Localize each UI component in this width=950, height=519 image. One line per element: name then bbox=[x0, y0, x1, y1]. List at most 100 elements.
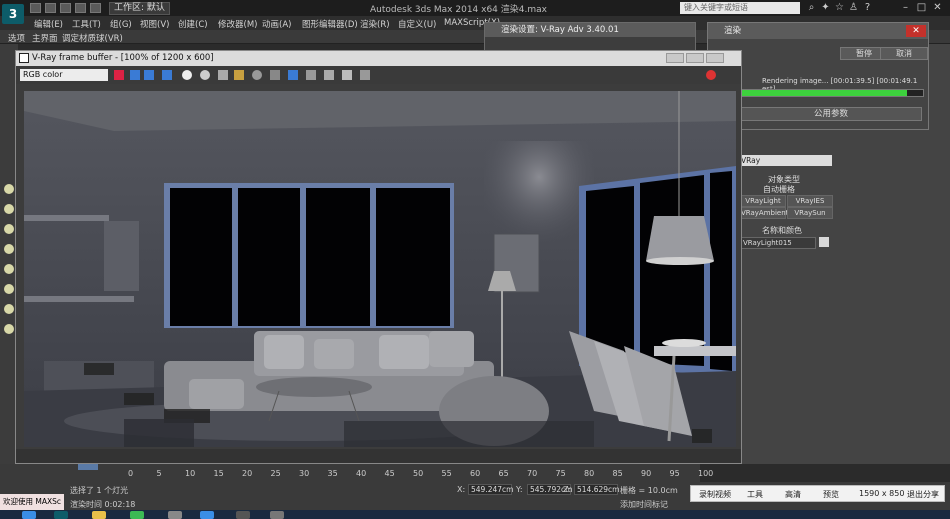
light-icon[interactable] bbox=[4, 304, 14, 314]
star-icon[interactable]: ☆ bbox=[834, 2, 845, 13]
light-icon[interactable] bbox=[4, 184, 14, 194]
tools-dropdown[interactable]: 工具 bbox=[747, 489, 763, 500]
menu-animation[interactable]: 动画(A) bbox=[262, 18, 291, 30]
duplicate-icon[interactable] bbox=[270, 70, 280, 80]
search-input[interactable]: 键入关键字或短语 bbox=[680, 2, 800, 14]
alpha-icon[interactable] bbox=[182, 70, 192, 80]
max-taskbar-icon[interactable] bbox=[54, 511, 68, 519]
render-progress-title[interactable]: 渲染 bbox=[708, 23, 928, 39]
light-icon[interactable] bbox=[4, 324, 14, 334]
track-mouse-icon[interactable] bbox=[306, 70, 316, 80]
maximize-icon[interactable] bbox=[686, 53, 704, 63]
vraysun-button[interactable]: VRaySun bbox=[787, 207, 833, 219]
minimize-icon[interactable] bbox=[666, 53, 684, 63]
timeline-tick-label: 70 bbox=[527, 469, 538, 478]
green-channel-icon[interactable] bbox=[144, 70, 154, 80]
channel-select[interactable]: RGB color bbox=[20, 69, 108, 81]
maximize-icon[interactable]: □ bbox=[916, 2, 927, 13]
light-icon[interactable] bbox=[4, 204, 14, 214]
menu-views[interactable]: 视图(V) bbox=[140, 18, 169, 30]
vrayambientlight-button[interactable]: VRayAmbientLigh bbox=[740, 207, 803, 219]
color-channel-icon[interactable] bbox=[114, 70, 124, 80]
timeline-tick-label: 35 bbox=[327, 469, 338, 478]
start-icon[interactable] bbox=[22, 511, 36, 519]
save-file-icon[interactable] bbox=[60, 3, 71, 13]
timeline-tick-label: 15 bbox=[213, 469, 224, 478]
common-params-rollout[interactable]: 公用参数 bbox=[740, 107, 922, 121]
vrayies-button[interactable]: VRayIES bbox=[787, 195, 833, 207]
link-icon[interactable] bbox=[324, 70, 334, 80]
timeline-tick-label: 100 bbox=[698, 469, 714, 478]
timeline-tick-label: 60 bbox=[470, 469, 481, 478]
explorer-icon[interactable] bbox=[92, 511, 106, 519]
preview-button[interactable]: 预览 bbox=[823, 489, 839, 500]
max-logo[interactable]: 3 bbox=[2, 4, 24, 24]
close-icon[interactable]: ✕ bbox=[906, 25, 926, 37]
y-coord-label: Y: bbox=[516, 485, 523, 494]
ribbon-main-ui[interactable]: 主界面 bbox=[32, 32, 58, 44]
light-icon[interactable] bbox=[4, 244, 14, 254]
help-icon[interactable]: ? bbox=[862, 2, 873, 13]
menu-customize[interactable]: 自定义(U) bbox=[398, 18, 436, 30]
stop-render-icon[interactable] bbox=[706, 70, 716, 80]
render-last-icon[interactable] bbox=[342, 70, 352, 80]
mono-icon[interactable] bbox=[200, 70, 210, 80]
menu-group[interactable]: 组(G) bbox=[110, 18, 132, 30]
close-icon[interactable]: ✕ bbox=[932, 2, 943, 13]
light-icon[interactable] bbox=[4, 224, 14, 234]
cancel-button[interactable]: 取消 bbox=[880, 47, 928, 60]
menu-modifiers[interactable]: 修改器(M) bbox=[218, 18, 257, 30]
light-icon[interactable] bbox=[4, 284, 14, 294]
x-coord-field[interactable]: 549.247cm bbox=[468, 484, 513, 495]
workspace-dropdown[interactable]: 工作区: 默认 bbox=[109, 1, 170, 15]
light-icon[interactable] bbox=[4, 264, 14, 274]
renderer-category-select[interactable]: VRay bbox=[738, 155, 832, 166]
rendered-image[interactable] bbox=[24, 91, 736, 447]
load-image-icon[interactable] bbox=[234, 70, 244, 80]
search-icon[interactable]: ⌕ bbox=[806, 2, 817, 13]
undo-icon[interactable] bbox=[75, 3, 86, 13]
blue-channel-icon[interactable] bbox=[162, 70, 172, 80]
region-render-icon[interactable] bbox=[288, 70, 298, 80]
add-time-tag-button[interactable]: 添加时间标记 bbox=[620, 499, 668, 510]
render-settings-title[interactable]: 渲染设置: V-Ray Adv 3.40.01 bbox=[485, 23, 695, 37]
red-channel-icon[interactable] bbox=[130, 70, 140, 80]
user-icon[interactable]: ♙ bbox=[848, 2, 859, 13]
object-name-field[interactable]: VRayLight015 bbox=[740, 237, 816, 249]
open-file-icon[interactable] bbox=[45, 3, 56, 13]
object-color-swatch[interactable] bbox=[819, 237, 829, 247]
history-icon[interactable] bbox=[360, 70, 370, 80]
menu-rendering[interactable]: 渲染(R) bbox=[360, 18, 390, 30]
timeline-tick-label: 55 bbox=[441, 469, 452, 478]
quality-dropdown[interactable]: 高清 bbox=[785, 489, 801, 500]
minimize-icon[interactable]: – bbox=[900, 2, 911, 13]
timeline-tick-label: 95 bbox=[669, 469, 680, 478]
vfb-title-bar[interactable]: V-Ray frame buffer - [100% of 1200 x 600… bbox=[16, 51, 741, 66]
time-slider-track[interactable]: 0 5 10 15 20 25 30 35 40 45 50 55 60 65 70 75 80 85 90 95 10… bbox=[0, 464, 713, 482]
app-icon[interactable] bbox=[236, 511, 250, 519]
ribbon-material-ball[interactable]: 调定材质球(VR) bbox=[62, 32, 123, 44]
maxscript-listener[interactable]: 欢迎使用 MAXSc bbox=[0, 494, 64, 510]
clear-image-icon[interactable] bbox=[252, 70, 262, 80]
menu-create[interactable]: 创建(C) bbox=[178, 18, 208, 30]
save-image-icon[interactable] bbox=[218, 70, 228, 80]
record-video-button[interactable]: 录制视频 bbox=[699, 489, 731, 500]
app-icon[interactable] bbox=[200, 511, 214, 519]
redo-icon[interactable] bbox=[90, 3, 101, 13]
ribbon-options[interactable]: 选项 bbox=[8, 32, 25, 44]
new-file-icon[interactable] bbox=[30, 3, 41, 13]
menu-edit[interactable]: 编辑(E) bbox=[34, 18, 63, 30]
community-icon[interactable]: ✦ bbox=[820, 2, 831, 13]
vraylight-button[interactable]: VRayLight bbox=[740, 195, 786, 207]
browser-icon[interactable] bbox=[130, 511, 144, 519]
exit-share-button[interactable]: 退出分享 bbox=[907, 489, 939, 500]
time-slider-handle[interactable] bbox=[78, 464, 98, 470]
app-icon[interactable] bbox=[168, 511, 182, 519]
menu-tools[interactable]: 工具(T) bbox=[72, 18, 101, 30]
app-icon[interactable] bbox=[270, 511, 284, 519]
close-icon[interactable] bbox=[706, 53, 724, 63]
vfb-toolbar: RGB color bbox=[16, 66, 741, 84]
menu-graph-editors[interactable]: 图形编辑器(D) bbox=[302, 18, 358, 30]
auto-grid-checkbox[interactable]: 自动栅格 bbox=[754, 184, 804, 195]
z-coord-field[interactable]: 514.629cm bbox=[574, 484, 619, 495]
